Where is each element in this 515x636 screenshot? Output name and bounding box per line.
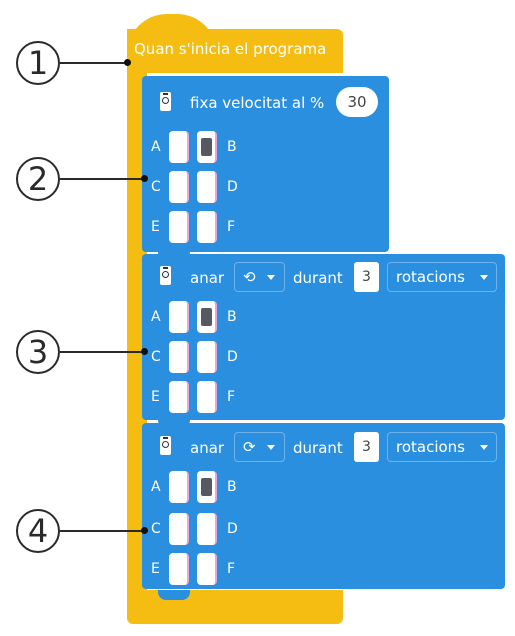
port-a-toggle[interactable] xyxy=(169,471,189,503)
unit-dropdown-label: rotacions xyxy=(396,438,466,456)
counterclockwise-icon: ⟲ xyxy=(243,268,256,286)
port-c-toggle[interactable] xyxy=(169,341,189,373)
callout-leader-4 xyxy=(60,530,144,532)
hat-block-label: Quan s'inicia el programa xyxy=(134,40,327,58)
chevron-down-icon xyxy=(480,445,488,450)
direction-dropdown[interactable]: ⟲ xyxy=(234,262,285,292)
callout-2: 2 xyxy=(16,157,60,201)
unit-dropdown-label: rotacions xyxy=(396,268,466,286)
port-a-toggle[interactable] xyxy=(169,131,189,163)
port-c-toggle[interactable] xyxy=(169,513,189,545)
callout-leader-1 xyxy=(60,62,128,64)
set-speed-label: fixa velocitat al % xyxy=(190,94,325,112)
run-verb-label: anar xyxy=(190,269,225,287)
port-d-toggle[interactable] xyxy=(197,341,217,373)
port-f-toggle[interactable] xyxy=(197,211,217,243)
callout-dot-4 xyxy=(141,527,148,534)
chevron-down-icon xyxy=(267,445,275,450)
motor-icon xyxy=(160,266,171,285)
port-b-toggle[interactable] xyxy=(197,301,217,333)
run-connector-label: durant xyxy=(293,269,343,287)
port-label-b: B xyxy=(227,479,237,495)
port-b-toggle[interactable] xyxy=(197,471,217,503)
port-label-d: D xyxy=(227,179,238,195)
callout-leader-3 xyxy=(60,351,144,353)
callout-1: 1 xyxy=(16,41,60,85)
port-e-toggle[interactable] xyxy=(169,553,189,585)
callout-3: 3 xyxy=(16,330,60,374)
rotation-amount-input[interactable]: 3 xyxy=(354,432,379,462)
port-label-b: B xyxy=(227,309,237,325)
port-f-toggle[interactable] xyxy=(197,381,217,413)
callout-leader-2 xyxy=(60,178,144,180)
port-label-e: E xyxy=(151,389,160,405)
port-label-a: A xyxy=(151,479,161,495)
port-d-toggle[interactable] xyxy=(197,513,217,545)
port-label-e: E xyxy=(151,219,160,235)
port-label-f: F xyxy=(227,389,236,405)
port-label-f: F xyxy=(227,219,236,235)
callout-dot-2 xyxy=(141,175,148,182)
stack-end-notch xyxy=(158,590,190,600)
chevron-down-icon xyxy=(267,275,275,280)
clockwise-icon: ⟳ xyxy=(243,438,256,456)
port-label-c: C xyxy=(151,179,161,195)
run-verb-label: anar xyxy=(190,439,225,457)
port-d-toggle[interactable] xyxy=(197,171,217,203)
port-label-c: C xyxy=(151,349,161,365)
port-label-d: D xyxy=(227,521,238,537)
callout-dot-1 xyxy=(124,59,131,66)
port-label-a: A xyxy=(151,139,161,155)
speed-value-input[interactable]: 30 xyxy=(336,87,378,117)
callout-4: 4 xyxy=(16,509,60,553)
motor-icon xyxy=(160,92,171,111)
port-label-c: C xyxy=(151,521,161,537)
port-b-toggle[interactable] xyxy=(197,131,217,163)
port-label-d: D xyxy=(227,349,238,365)
port-a-toggle[interactable] xyxy=(169,301,189,333)
callout-dot-3 xyxy=(141,348,148,355)
unit-dropdown[interactable]: rotacions xyxy=(387,262,497,292)
port-label-e: E xyxy=(151,561,160,577)
unit-dropdown[interactable]: rotacions xyxy=(387,432,497,462)
run-connector-label: durant xyxy=(293,439,343,457)
motor-icon xyxy=(160,436,171,455)
port-label-f: F xyxy=(227,561,236,577)
port-label-a: A xyxy=(151,309,161,325)
port-label-b: B xyxy=(227,139,237,155)
chevron-down-icon xyxy=(480,275,488,280)
port-e-toggle[interactable] xyxy=(169,211,189,243)
port-c-toggle[interactable] xyxy=(169,171,189,203)
port-e-toggle[interactable] xyxy=(169,381,189,413)
rotation-amount-input[interactable]: 3 xyxy=(354,262,379,292)
port-f-toggle[interactable] xyxy=(197,553,217,585)
direction-dropdown[interactable]: ⟳ xyxy=(234,432,285,462)
